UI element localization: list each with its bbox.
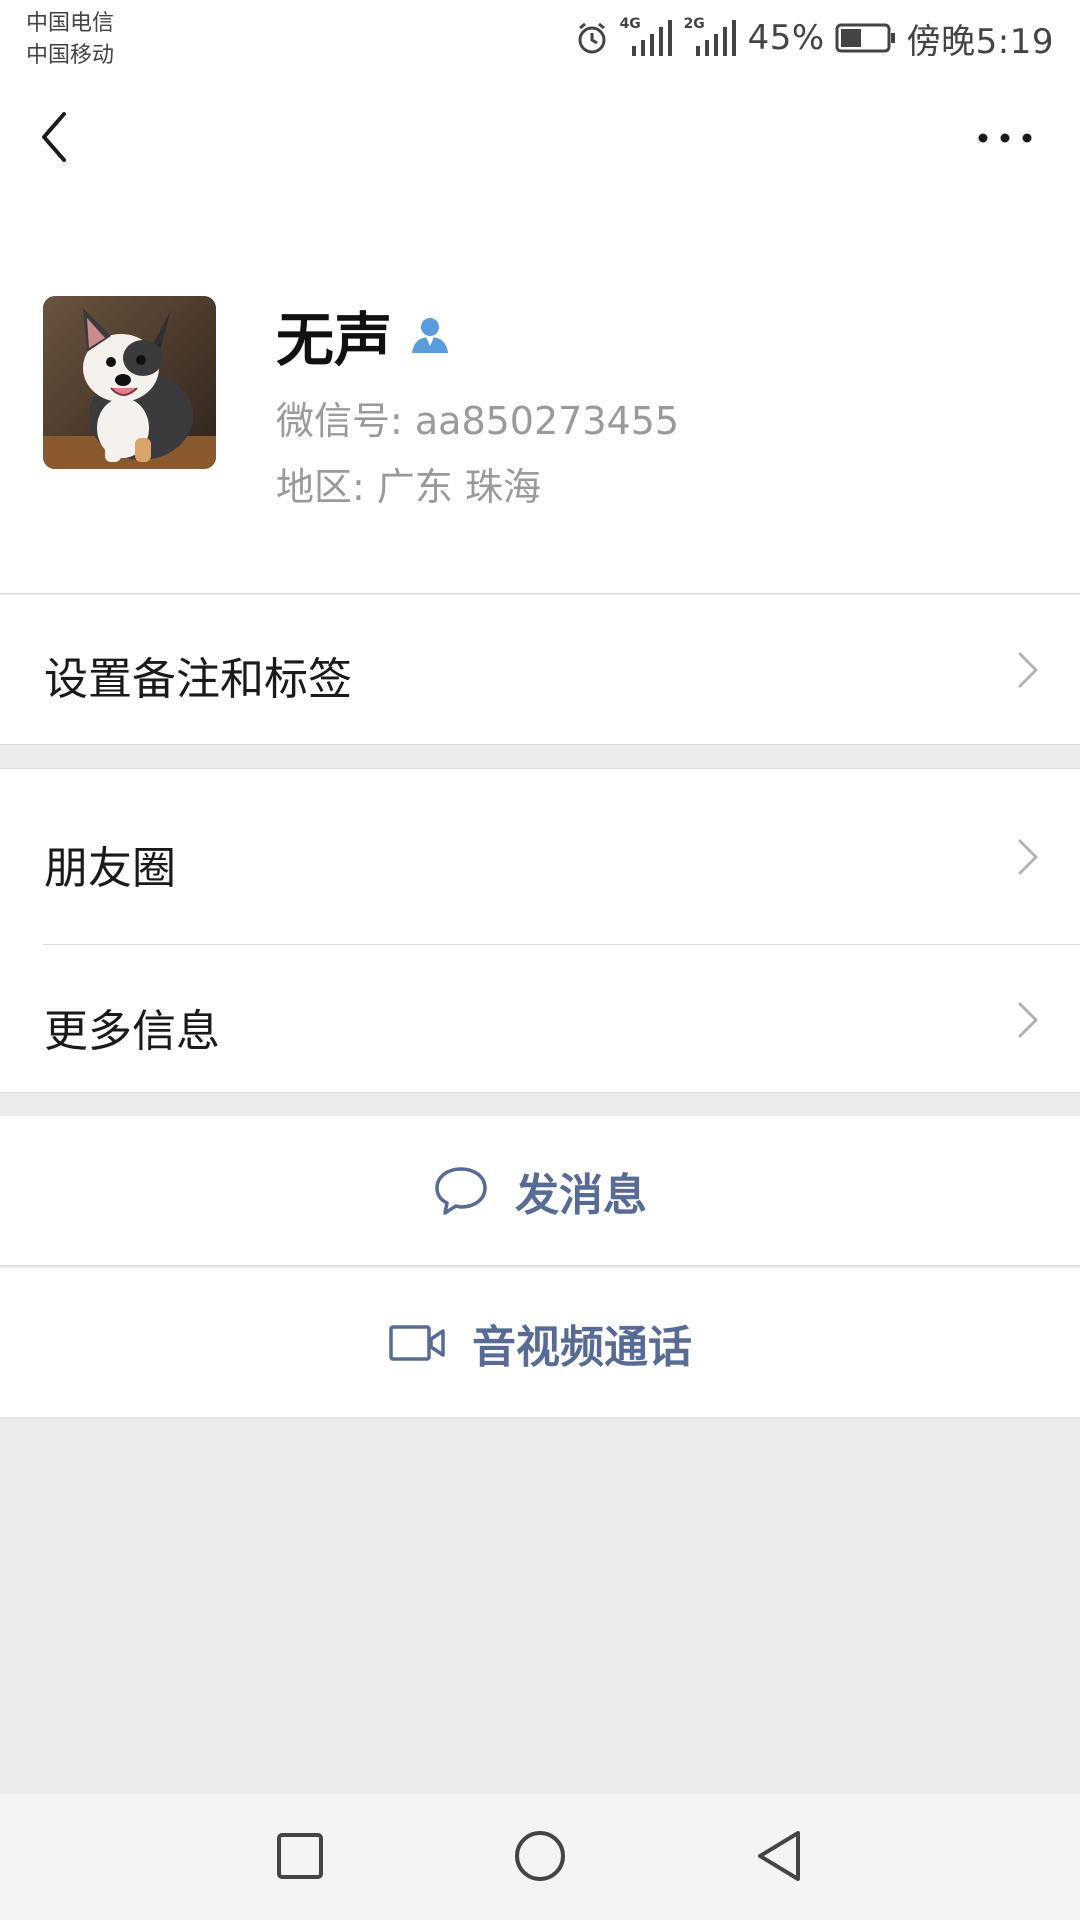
name-row: 无声 <box>276 300 452 374</box>
more-dots-icon[interactable] <box>970 120 1040 156</box>
header-bar <box>0 76 1080 200</box>
contact-profile-screen: 中国电信 中国移动 4G 2G 45% 傍晚5:19 无声 微信号: aa850… <box>0 0 1080 1920</box>
more-info-row[interactable]: 更多信息 <box>0 945 1080 1094</box>
recent-apps-icon[interactable] <box>270 1826 330 1886</box>
more-info-label: 更多信息 <box>44 1006 220 1057</box>
battery-icon <box>835 23 895 53</box>
contact-name: 无声 <box>276 306 393 374</box>
moments-row[interactable]: 朋友圈 <box>0 769 1080 944</box>
video-call-label: 音视频通话 <box>472 1321 692 1373</box>
remark-tags-row[interactable]: 设置备注和标签 <box>0 595 1080 745</box>
system-navbar <box>0 1794 1080 1920</box>
status-icons: 4G 2G 45% 傍晚5:19 <box>574 12 1054 64</box>
chat-bubble-icon <box>435 1166 487 1215</box>
carrier-1: 中国电信 <box>26 11 115 36</box>
back-triangle-icon[interactable] <box>750 1826 810 1886</box>
alarm-icon <box>578 22 606 54</box>
person-icon <box>412 318 449 353</box>
clock: 傍晚5:19 <box>906 21 1054 62</box>
video-call-button[interactable]: 音视频通话 <box>0 1268 1080 1418</box>
signal-icon: 4G <box>620 16 674 58</box>
profile-card: 无声 微信号: aa850273455 地区: 广东 珠海 <box>0 200 1080 594</box>
region: 地区: 广东 珠海 <box>276 465 541 509</box>
info-section: 朋友圈 更多信息 <box>0 768 1080 1093</box>
carrier-2: 中国移动 <box>26 43 115 68</box>
chevron-right-icon <box>1018 839 1038 875</box>
battery-percent: 45% <box>747 18 825 58</box>
chevron-right-icon <box>1018 652 1038 688</box>
status-bar: 中国电信 中国移动 4G 2G 45% 傍晚5:19 <box>0 0 1080 76</box>
send-message-button[interactable]: 发消息 <box>0 1116 1080 1266</box>
chevron-left-icon[interactable] <box>30 106 80 168</box>
send-message-label: 发消息 <box>515 1169 647 1221</box>
wechat-id: 微信号: aa850273455 <box>276 399 680 443</box>
home-icon[interactable] <box>510 1826 570 1886</box>
signal-icon: 2G <box>684 16 738 58</box>
chevron-right-icon <box>1018 1002 1038 1038</box>
moments-label: 朋友圈 <box>44 843 176 894</box>
avatar-image <box>43 296 216 469</box>
avatar[interactable] <box>43 296 216 469</box>
carrier-info: 中国电信 中国移动 <box>26 8 114 72</box>
video-camera-icon <box>389 1324 445 1361</box>
remark-tags-label: 设置备注和标签 <box>44 654 352 705</box>
